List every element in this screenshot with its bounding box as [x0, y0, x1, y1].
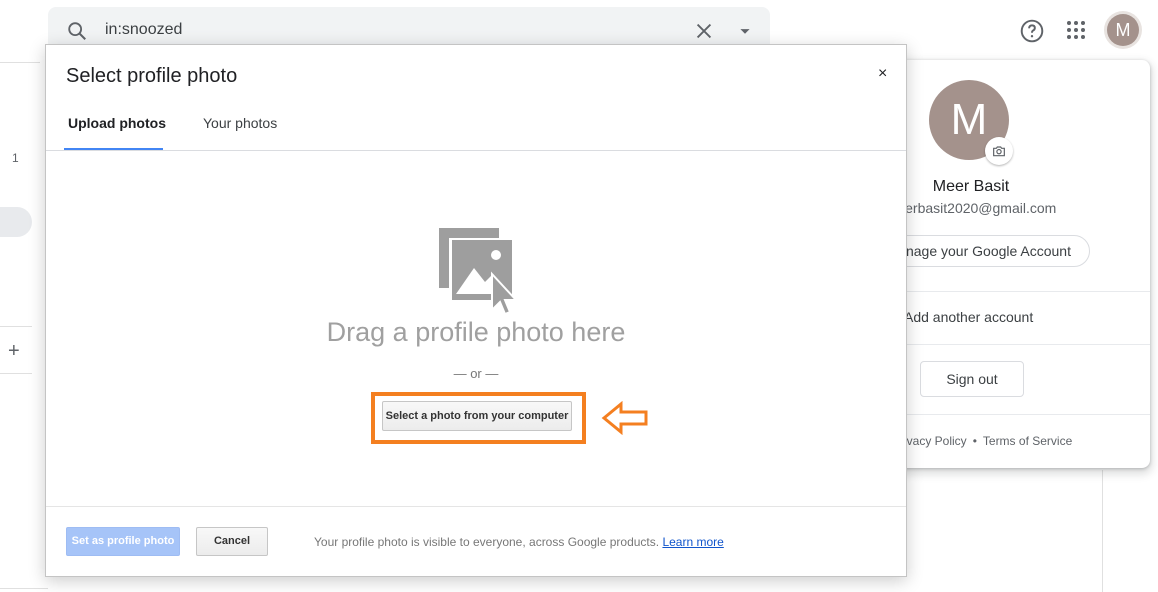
- divider: [870, 344, 1150, 345]
- divider: [0, 373, 32, 374]
- sidebar-count: 1: [12, 151, 19, 165]
- separator: •: [972, 434, 977, 448]
- arrow-left-annotation-icon: [601, 400, 649, 440]
- drag-photo-icon: [439, 228, 523, 321]
- add-account-link[interactable]: Add another account: [904, 309, 1033, 325]
- divider: [870, 291, 1150, 292]
- visibility-note-text: Your profile photo is visible to everyon…: [314, 535, 660, 549]
- drag-photo-text: Drag a profile photo here: [326, 317, 626, 347]
- divider: [46, 506, 906, 507]
- account-avatar-button[interactable]: M: [1104, 11, 1142, 49]
- divider: [0, 62, 40, 63]
- search-input[interactable]: in:snoozed: [105, 21, 182, 39]
- profile-visibility-note: Your profile photo is visible to everyon…: [314, 535, 724, 549]
- divider: [46, 150, 906, 151]
- divider: [0, 326, 32, 327]
- tab-upload-photos[interactable]: Upload photos: [68, 115, 166, 131]
- clear-search-icon[interactable]: [693, 20, 715, 47]
- tab-your-photos[interactable]: Your photos: [203, 115, 277, 131]
- add-label-icon[interactable]: +: [8, 340, 20, 363]
- terms-of-service-link[interactable]: Terms of Service: [983, 434, 1072, 448]
- set-as-profile-photo-button[interactable]: Set as profile photo: [66, 527, 180, 556]
- select-photo-button[interactable]: Select a photo from your computer: [382, 401, 572, 431]
- divider: [870, 414, 1150, 415]
- dialog-title: Select profile photo: [66, 65, 238, 87]
- learn-more-link[interactable]: Learn more: [662, 535, 723, 549]
- manage-account-label: Manage your Google Account: [886, 243, 1071, 259]
- close-icon[interactable]: ×: [878, 65, 887, 83]
- avatar-letter: M: [950, 95, 988, 144]
- or-separator: — or —: [453, 366, 499, 381]
- search-icon[interactable]: [66, 20, 88, 47]
- camera-icon[interactable]: [985, 137, 1013, 165]
- sign-out-button[interactable]: Sign out: [920, 361, 1024, 397]
- help-icon[interactable]: [1019, 18, 1045, 49]
- apps-grid-icon[interactable]: [1064, 18, 1088, 47]
- sidebar-item-active[interactable]: [0, 207, 32, 237]
- divider: [1102, 470, 1103, 592]
- search-options-icon[interactable]: [733, 20, 757, 47]
- account-popup: M Meer Basit meerbasit2020@gmail.com Man…: [870, 60, 1150, 468]
- divider: [0, 588, 48, 589]
- avatar-letter: M: [1107, 14, 1139, 46]
- account-footer: Privacy Policy • Terms of Service: [892, 434, 1072, 448]
- select-profile-photo-dialog: Select profile photo × Upload photos You…: [45, 44, 907, 577]
- cancel-button[interactable]: Cancel: [196, 527, 268, 556]
